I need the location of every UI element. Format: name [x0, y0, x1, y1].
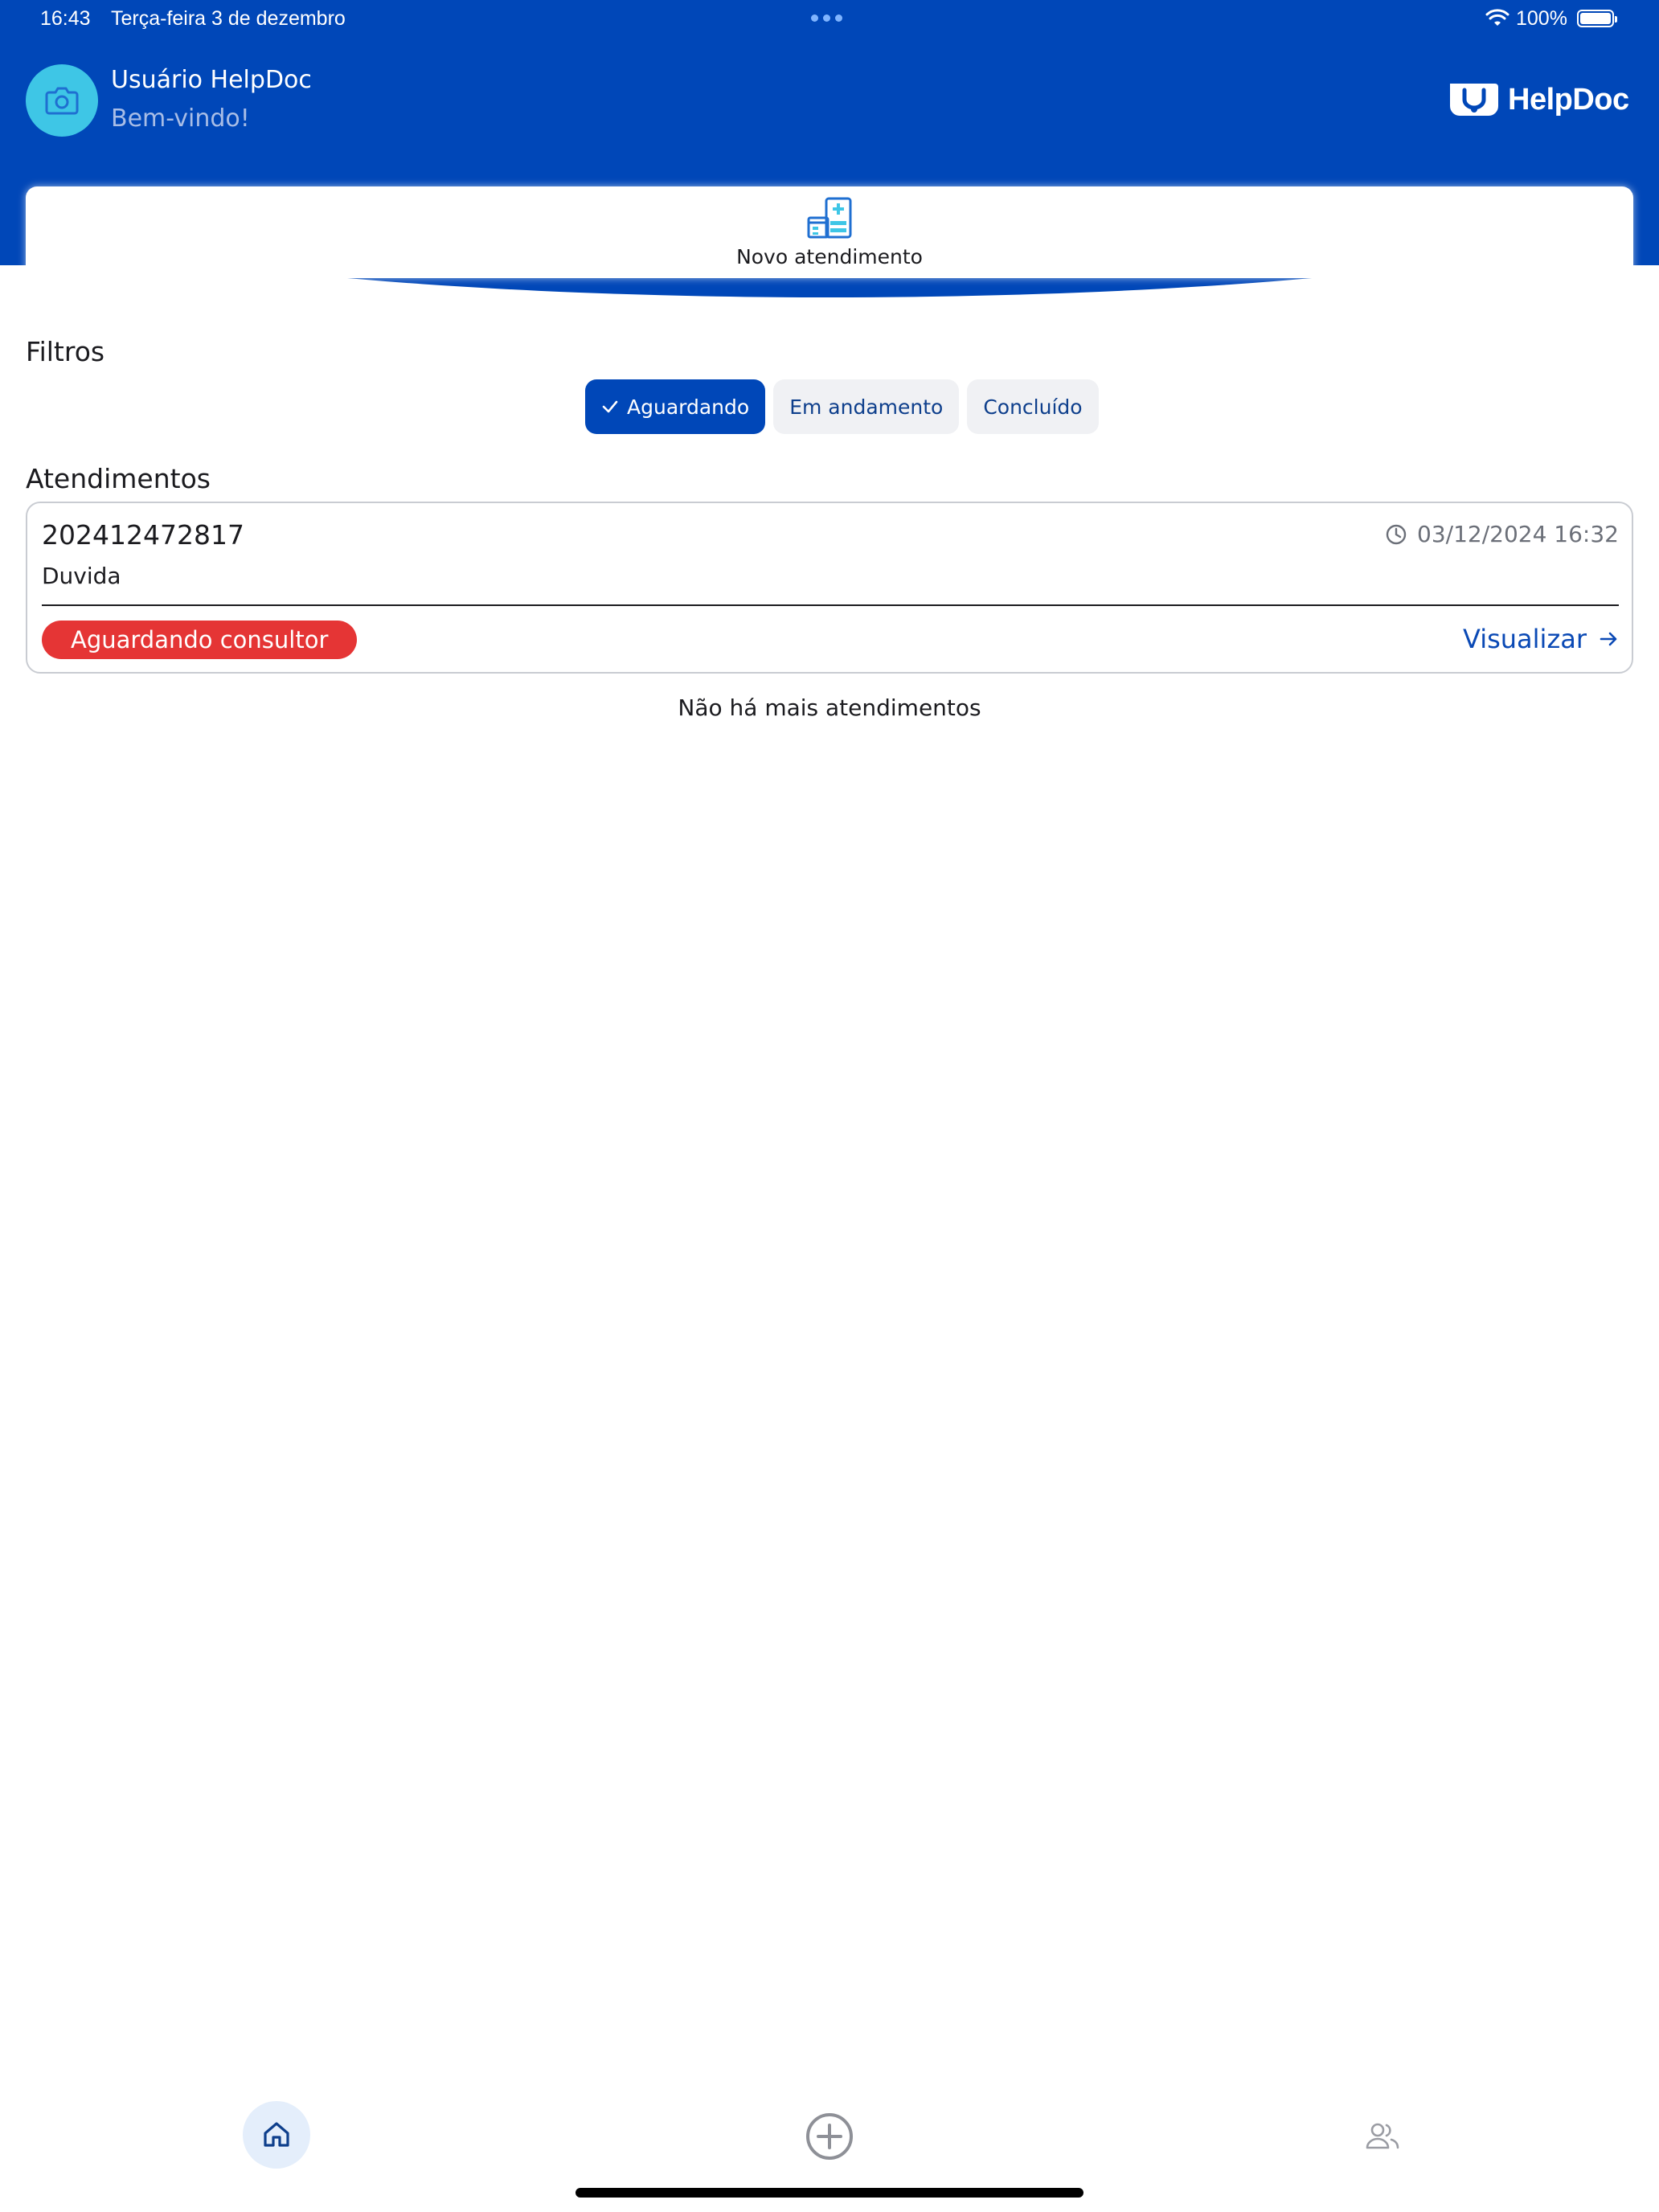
ticket-datetime: 03/12/2024 16:32 — [1385, 521, 1619, 547]
view-ticket-label: Visualizar — [1463, 624, 1587, 654]
users-icon — [1366, 2123, 1399, 2149]
add-circle-icon — [806, 2113, 853, 2160]
ticket-divider — [42, 604, 1619, 606]
status-time: 16:43 — [40, 7, 91, 30]
filter-chip-concluido[interactable]: Concluído — [967, 379, 1099, 434]
nav-users-button[interactable] — [1349, 2103, 1416, 2170]
wifi-icon — [1485, 9, 1509, 26]
end-of-list-message: Não há mais atendimentos — [678, 694, 981, 721]
view-ticket-link[interactable]: Visualizar — [1463, 624, 1619, 654]
battery-icon — [1577, 10, 1617, 27]
welcome-text: Bem-vindo! — [111, 104, 250, 133]
status-badge: Aguardando consultor — [42, 621, 358, 659]
medical-record-icon — [807, 197, 852, 238]
helpdoc-logo-icon — [1450, 84, 1498, 116]
filter-chips: Aguardando Em andamento Concluído — [585, 379, 1099, 434]
filter-chip-label: Em andamento — [789, 395, 944, 419]
ticket-datetime-text: 03/12/2024 16:32 — [1417, 521, 1619, 547]
new-service-button[interactable]: Novo atendimento — [26, 186, 1633, 278]
nav-add-button[interactable] — [796, 2103, 863, 2170]
ticket-subject: Duvida — [42, 563, 121, 589]
nav-home-button[interactable] — [243, 2101, 310, 2169]
multitasking-dots-icon[interactable] — [811, 14, 842, 22]
filters-title: Filtros — [26, 336, 105, 367]
ticket-card[interactable]: 202412472817 03/12/2024 16:32 Duvida Agu… — [26, 502, 1633, 674]
status-bar: 16:43 Terça-feira 3 de dezembro 100% — [0, 0, 1659, 39]
battery-percent: 100% — [1516, 7, 1567, 30]
brand-logo: HelpDoc — [1447, 80, 1629, 119]
check-icon — [602, 400, 618, 413]
list-title: Atendimentos — [26, 463, 211, 494]
user-name: Usuário HelpDoc — [111, 66, 312, 94]
ticket-id: 202412472817 — [42, 519, 244, 551]
avatar[interactable] — [26, 64, 98, 137]
home-icon — [264, 2122, 289, 2147]
clock-icon — [1386, 524, 1407, 544]
filter-chip-aguardando[interactable]: Aguardando — [585, 379, 766, 434]
filter-chip-label: Concluído — [983, 395, 1083, 419]
brand-name: HelpDoc — [1508, 82, 1629, 117]
status-date: Terça-feira 3 de dezembro — [111, 7, 346, 30]
home-indicator — [576, 2188, 1083, 2198]
arrow-right-icon — [1600, 632, 1617, 646]
filter-chip-label: Aguardando — [627, 395, 750, 419]
filter-chip-em-andamento[interactable]: Em andamento — [773, 379, 960, 434]
camera-icon — [45, 87, 79, 115]
new-service-label: Novo atendimento — [736, 244, 923, 268]
